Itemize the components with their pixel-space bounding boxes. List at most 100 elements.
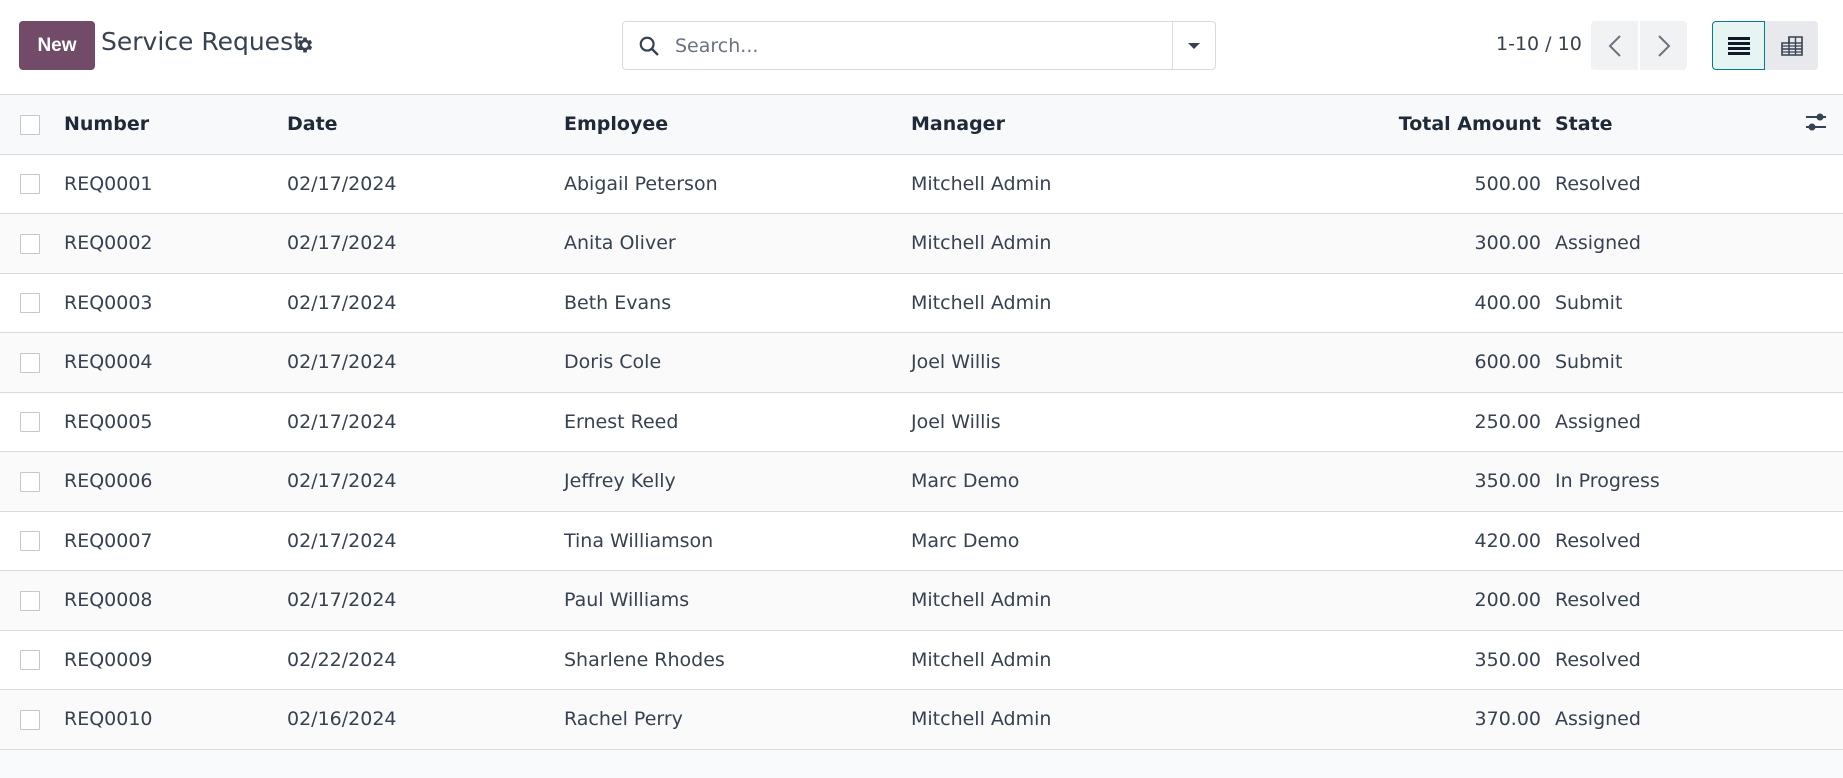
cell-date[interactable]: 02/17/2024 [287,570,564,631]
row-checkbox[interactable] [20,590,40,611]
new-button[interactable]: New [19,21,95,70]
optional-columns-toggle[interactable] [1788,95,1843,155]
column-header-state[interactable]: State [1555,95,1788,155]
table-row[interactable]: REQ0008 02/17/2024 Paul Williams Mitchell A… [0,570,1843,631]
cell-date[interactable]: 02/16/2024 [287,689,564,750]
row-checkbox[interactable] [20,352,40,373]
cell-state[interactable]: Assigned [1555,213,1788,274]
pivot-view-button[interactable] [1765,21,1818,70]
cell-manager[interactable]: Mitchell Admin [911,154,1322,214]
cell-date[interactable]: 02/17/2024 [287,392,564,452]
cell-manager[interactable]: Mitchell Admin [911,213,1322,274]
pager-value[interactable]: 1-10 / 10 [1496,33,1582,55]
column-header-date[interactable]: Date [287,95,564,155]
table-row[interactable]: REQ0006 02/17/2024 Jeffrey Kelly Marc Demo 3… [0,451,1843,512]
row-checkbox[interactable] [20,650,40,671]
cell-employee[interactable]: Beth Evans [564,273,911,333]
cell-employee[interactable]: Doris Cole [564,332,911,393]
cell-employee[interactable]: Tina Williamson [564,511,911,571]
cell-state[interactable]: Resolved [1555,154,1788,214]
cell-employee[interactable]: Paul Williams [564,570,911,631]
cell-number[interactable]: REQ0002 [64,213,287,274]
cell-manager[interactable]: Mitchell Admin [911,273,1322,333]
cell-number[interactable]: REQ0003 [64,273,287,333]
cell-number[interactable]: REQ0004 [64,332,287,393]
cell-number[interactable]: REQ0008 [64,570,287,631]
cell-date[interactable]: 02/17/2024 [287,511,564,571]
row-checkbox[interactable] [20,471,40,492]
cell-state[interactable]: Submit [1555,273,1788,333]
table-row[interactable]: REQ0007 02/17/2024 Tina Williamson Marc Dem… [0,511,1843,571]
cell-total-amount[interactable]: 300.00 [1322,213,1555,274]
table-row[interactable]: REQ0002 02/17/2024 Anita Oliver Mitchell Ad… [0,213,1843,274]
list-view-button[interactable] [1712,21,1765,70]
cell-number[interactable]: REQ0005 [64,392,287,452]
cell-total-amount[interactable]: 500.00 [1322,154,1555,214]
cell-date[interactable]: 02/22/2024 [287,630,564,690]
table-row[interactable]: REQ0001 02/17/2024 Abigail Peterson Mitchel… [0,154,1843,214]
cell-total-amount[interactable]: 400.00 [1322,273,1555,333]
column-header-total-amount[interactable]: Total Amount [1322,95,1555,155]
cell-employee[interactable]: Anita Oliver [564,213,911,274]
cell-state[interactable]: Resolved [1555,511,1788,571]
cell-manager[interactable]: Mitchell Admin [911,689,1322,750]
cell-manager[interactable]: Joel Willis [911,392,1322,452]
column-header-manager[interactable]: Manager [911,95,1322,155]
cell-date[interactable]: 02/17/2024 [287,273,564,333]
column-header-number[interactable]: Number [64,95,287,155]
search-options-toggle[interactable] [1172,22,1215,69]
select-all-checkbox[interactable] [20,114,40,135]
cell-number[interactable]: REQ0007 [64,511,287,571]
cell-date[interactable]: 02/17/2024 [287,154,564,214]
column-header-employee[interactable]: Employee [564,95,911,155]
search-input[interactable] [675,22,1172,69]
cell-number[interactable]: REQ0001 [64,154,287,214]
cell-number[interactable]: REQ0009 [64,630,287,690]
cell-state[interactable]: Resolved [1555,570,1788,631]
cell-employee[interactable]: Abigail Peterson [564,154,911,214]
cell-total-amount[interactable]: 350.00 [1322,630,1555,690]
row-checkbox[interactable] [20,412,40,433]
cell-manager[interactable]: Mitchell Admin [911,570,1322,631]
cell-state[interactable]: Assigned [1555,392,1788,452]
cell-employee[interactable]: Ernest Reed [564,392,911,452]
table-row[interactable]: REQ0004 02/17/2024 Doris Cole Joel Willis 60… [0,332,1843,393]
cell-date[interactable]: 02/17/2024 [287,451,564,512]
cell-employee[interactable]: Sharlene Rhodes [564,630,911,690]
table-header-row: Number Date Employee Manager Total Amoun… [0,95,1843,155]
cell-number[interactable]: REQ0010 [64,689,287,750]
gear-icon[interactable] [295,35,315,55]
cell-state[interactable]: In Progress [1555,451,1788,512]
cell-date[interactable]: 02/17/2024 [287,213,564,274]
row-checkbox[interactable] [20,293,40,314]
row-checkbox[interactable] [20,233,40,254]
cell-manager[interactable]: Mitchell Admin [911,630,1322,690]
cell-total-amount[interactable]: 250.00 [1322,392,1555,452]
cell-state[interactable]: Resolved [1555,630,1788,690]
cell-total-amount[interactable]: 200.00 [1322,570,1555,631]
cell-total-amount[interactable]: 370.00 [1322,689,1555,750]
cell-total-amount[interactable]: 420.00 [1322,511,1555,571]
row-checkbox[interactable] [20,174,40,195]
cell-manager[interactable]: Joel Willis [911,332,1322,393]
cell-total-amount[interactable]: 600.00 [1322,332,1555,393]
pager-previous-button[interactable] [1591,21,1638,70]
row-checkbox[interactable] [20,531,40,552]
row-select-cell [0,451,64,512]
cell-date[interactable]: 02/17/2024 [287,332,564,393]
table-row[interactable]: REQ0009 02/22/2024 Sharlene Rhodes Mitchell… [0,630,1843,690]
cell-manager[interactable]: Marc Demo [911,451,1322,512]
cell-number[interactable]: REQ0006 [64,451,287,512]
table-row[interactable]: REQ0005 02/17/2024 Ernest Reed Joel Willis 2… [0,392,1843,452]
cell-state[interactable]: Assigned [1555,689,1788,750]
cell-employee[interactable]: Jeffrey Kelly [564,451,911,512]
cell-spacer [1788,332,1843,393]
cell-state[interactable]: Submit [1555,332,1788,393]
cell-manager[interactable]: Marc Demo [911,511,1322,571]
table-row[interactable]: REQ0003 02/17/2024 Beth Evans Mitchell Admi… [0,273,1843,333]
pager-next-button[interactable] [1640,21,1687,70]
row-checkbox[interactable] [20,709,40,730]
cell-total-amount[interactable]: 350.00 [1322,451,1555,512]
table-row[interactable]: REQ0010 02/16/2024 Rachel Perry Mitchell Ad… [0,689,1843,750]
cell-employee[interactable]: Rachel Perry [564,689,911,750]
